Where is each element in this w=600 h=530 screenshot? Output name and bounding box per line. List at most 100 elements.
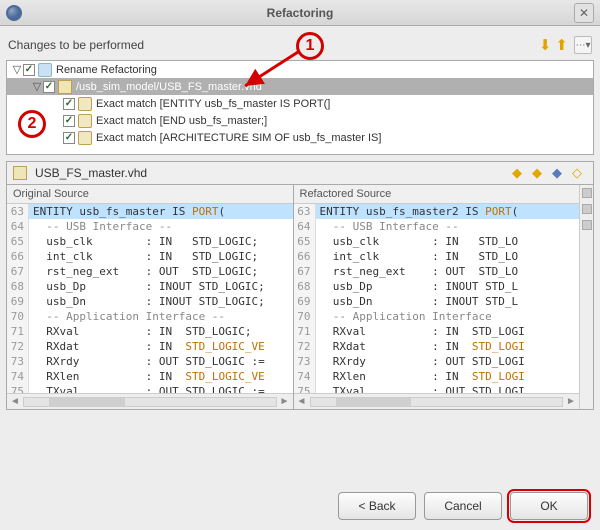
line-number: 63 <box>7 204 29 219</box>
refactored-hscroll[interactable]: ◄► <box>294 393 580 409</box>
tree-row[interactable]: Exact match [END usb_fs_master;] <box>7 112 593 129</box>
window-title: Refactoring <box>0 6 600 20</box>
code-text: usb_clk : IN STD_LO <box>316 234 580 249</box>
line-number: 71 <box>294 324 316 339</box>
nav-diamond-2-icon[interactable]: ◆ <box>529 165 545 181</box>
refactored-side: Refactored Source 63ENTITY usb_fs_master… <box>293 185 580 409</box>
code-text: -- Application Interface <box>316 309 580 324</box>
tree-checkbox[interactable] <box>43 81 55 93</box>
code-text: rst_neg_ext : OUT STD_LO <box>316 264 580 279</box>
line-number: 72 <box>294 339 316 354</box>
tree-checkbox[interactable] <box>63 132 75 144</box>
back-button[interactable]: < Back <box>338 492 416 520</box>
line-number: 73 <box>294 354 316 369</box>
file-name: USB_FS_master.vhd <box>35 166 147 180</box>
code-text: RXrdy : OUT STD_LOGIC := <box>29 354 293 369</box>
refactored-code[interactable]: 63ENTITY usb_fs_master2 IS PORT(64 -- US… <box>294 204 580 393</box>
tree-checkbox[interactable] <box>23 64 35 76</box>
code-line: 65 usb_clk : IN STD_LOGIC; <box>7 234 293 249</box>
match-icon <box>78 131 92 145</box>
code-text: int_clk : IN STD_LOGIC; <box>29 249 293 264</box>
code-text: usb_clk : IN STD_LOGIC; <box>29 234 293 249</box>
expand-twisty-icon[interactable]: ▽ <box>11 63 23 76</box>
line-number: 74 <box>7 369 29 384</box>
tree-row-label: /usb_sim_model/USB_FS_master.vhd <box>76 81 262 93</box>
code-line: 68 usb_Dp : INOUT STD_L <box>294 279 580 294</box>
code-text: TXval : OUT STD_LOGI <box>316 384 580 393</box>
nav-diamond-1-icon[interactable]: ◆ <box>509 165 525 181</box>
code-text: RXdat : IN STD_LOGIC_VE <box>29 339 293 354</box>
code-line: 64 -- USB Interface -- <box>7 219 293 234</box>
tree-row-label: Exact match [ENTITY usb_fs_master IS POR… <box>96 98 330 110</box>
line-number: 65 <box>294 234 316 249</box>
refactored-header: Refactored Source <box>294 185 580 204</box>
filter-button[interactable]: ⋯▾ <box>574 36 592 54</box>
code-text: -- USB Interface -- <box>29 219 293 234</box>
code-line: 63ENTITY usb_fs_master2 IS PORT( <box>294 204 580 219</box>
code-text: RXlen : IN STD_LOGI <box>316 369 580 384</box>
code-line: 75 TXval : OUT STD_LOGI <box>294 384 580 393</box>
line-number: 75 <box>7 384 29 393</box>
code-text: ENTITY usb_fs_master2 IS PORT( <box>316 204 580 219</box>
code-line: 64 -- USB Interface -- <box>294 219 580 234</box>
tree-row-label: Exact match [ARCHITECTURE SIM OF usb_fs_… <box>96 132 381 144</box>
line-number: 66 <box>294 249 316 264</box>
prev-change-icon[interactable]: ⬆ <box>555 36 568 54</box>
nav-diamond-3-icon[interactable]: ◆ <box>549 165 565 181</box>
button-bar: < Back Cancel OK <box>338 492 588 520</box>
code-line: 70 -- Application Interface -- <box>7 309 293 324</box>
file-tabbar: USB_FS_master.vhd ◆ ◆ ◆ ◇ <box>6 161 594 185</box>
cancel-button[interactable]: Cancel <box>424 492 502 520</box>
tree-checkbox[interactable] <box>63 98 75 110</box>
code-line: 72 RXdat : IN STD_LOGIC_VE <box>7 339 293 354</box>
code-text: -- USB Interface -- <box>316 219 580 234</box>
code-line: 65 usb_clk : IN STD_LO <box>294 234 580 249</box>
ok-button[interactable]: OK <box>510 492 588 520</box>
line-number: 63 <box>294 204 316 219</box>
close-button[interactable]: ✕ <box>574 3 594 23</box>
code-text: RXval : IN STD_LOGIC; <box>29 324 293 339</box>
code-text: RXrdy : OUT STD_LOGI <box>316 354 580 369</box>
code-text: RXval : IN STD_LOGI <box>316 324 580 339</box>
diff-split: Original Source 63ENTITY usb_fs_master I… <box>6 185 594 410</box>
app-icon <box>6 5 22 21</box>
original-hscroll[interactable]: ◄► <box>7 393 293 409</box>
tree-row[interactable]: Exact match [ARCHITECTURE SIM OF usb_fs_… <box>7 129 593 146</box>
original-header: Original Source <box>7 185 293 204</box>
tree-row[interactable]: Exact match [ENTITY usb_fs_master IS POR… <box>7 95 593 112</box>
changes-tree[interactable]: ▽Rename Refactoring▽/usb_sim_model/USB_F… <box>6 60 594 155</box>
next-change-icon[interactable]: ⬇ <box>539 36 552 54</box>
code-line: 74 RXlen : IN STD_LOGI <box>294 369 580 384</box>
changes-header: Changes to be performed ⬇ ⬆ ⋯▾ <box>6 32 594 60</box>
line-number: 75 <box>294 384 316 393</box>
tree-row[interactable]: ▽Rename Refactoring <box>7 61 593 78</box>
changes-label: Changes to be performed <box>8 38 144 52</box>
line-number: 73 <box>7 354 29 369</box>
tree-row-label: Exact match [END usb_fs_master;] <box>96 115 267 127</box>
line-number: 72 <box>7 339 29 354</box>
code-line: 66 int_clk : IN STD_LO <box>294 249 580 264</box>
tree-checkbox[interactable] <box>63 115 75 127</box>
tree-row[interactable]: ▽ /usb_sim_model/USB_FS_master.vhd <box>7 78 593 95</box>
original-code[interactable]: 63ENTITY usb_fs_master IS PORT(64 -- USB… <box>7 204 293 393</box>
code-text: int_clk : IN STD_LO <box>316 249 580 264</box>
line-number: 67 <box>7 264 29 279</box>
line-number: 64 <box>294 219 316 234</box>
expand-twisty-icon[interactable]: ▽ <box>31 80 43 93</box>
code-text: RXdat : IN STD_LOGI <box>316 339 580 354</box>
line-number: 68 <box>294 279 316 294</box>
code-line: 68 usb_Dp : INOUT STD_LOGIC; <box>7 279 293 294</box>
code-text: usb_Dp : INOUT STD_L <box>316 279 580 294</box>
code-text: ENTITY usb_fs_master IS PORT( <box>29 204 293 219</box>
ref-icon <box>38 63 52 77</box>
overview-ruler[interactable] <box>579 185 593 409</box>
line-number: 69 <box>294 294 316 309</box>
code-line: 73 RXrdy : OUT STD_LOGIC := <box>7 354 293 369</box>
code-text: TXval : OUT STD_LOGIC := <box>29 384 293 393</box>
code-line: 70 -- Application Interface <box>294 309 580 324</box>
titlebar: Refactoring ✕ <box>0 0 600 26</box>
nav-diamond-4-icon[interactable]: ◇ <box>569 165 585 181</box>
line-number: 68 <box>7 279 29 294</box>
file-icon <box>13 166 27 180</box>
line-number: 74 <box>294 369 316 384</box>
